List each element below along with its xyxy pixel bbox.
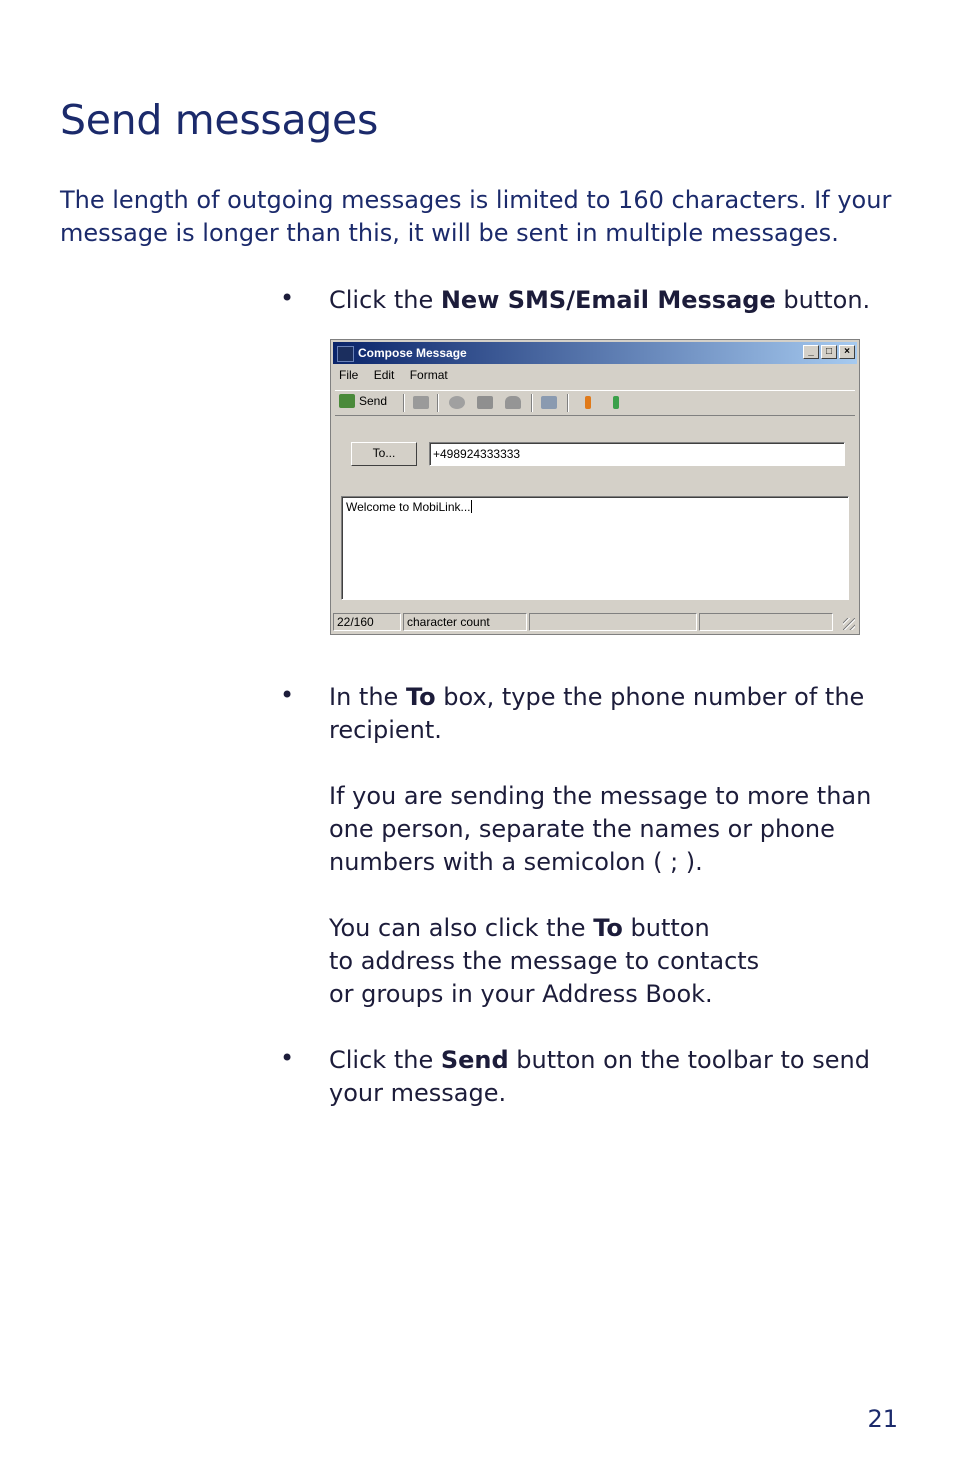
step-2-semicolon-note: If you are sending the message to more t… <box>329 782 872 876</box>
toolbar: Send <box>335 390 855 416</box>
step-1-text: Click the New SMS/Email Message button. <box>329 286 871 314</box>
status-pane <box>529 613 697 631</box>
close-button[interactable]: × <box>839 345 855 359</box>
compose-message-window: Compose Message _ □ × File Edit Format S… <box>330 339 860 635</box>
menu-edit[interactable]: Edit <box>374 368 395 382</box>
window-title: Compose Message <box>358 346 467 360</box>
send-label: Send <box>359 394 388 408</box>
to-input[interactable]: +498924333333 <box>429 442 845 466</box>
step-3-text: Click the Send button on the toolbar to … <box>329 1046 870 1107</box>
page-title: Send messages <box>60 96 379 144</box>
high-priority-icon[interactable] <box>585 396 591 409</box>
intro-paragraph: The length of outgoing messages is limit… <box>60 186 892 247</box>
menu-format[interactable]: Format <box>410 368 448 382</box>
toolbar-separator <box>567 394 569 412</box>
toolbar-separator <box>403 394 405 412</box>
cut-icon[interactable] <box>449 396 465 409</box>
send-icon <box>339 394 355 408</box>
to-button[interactable]: To... <box>351 442 417 466</box>
status-pane <box>699 613 833 631</box>
window-titlebar: Compose Message _ □ × <box>333 342 857 364</box>
message-textarea[interactable]: Welcome to MobiLink... <box>341 496 849 600</box>
bullet: • <box>280 681 295 709</box>
resize-grip[interactable] <box>843 618 855 630</box>
step-2-text: In the To box, type the phone number of … <box>329 683 865 744</box>
copy-icon[interactable] <box>477 396 493 409</box>
text-caret <box>470 500 472 513</box>
status-bar: 22/160 character count <box>333 612 857 632</box>
maximize-button[interactable]: □ <box>821 345 837 359</box>
menu-file[interactable]: File <box>339 368 358 382</box>
bullet: • <box>280 1044 295 1072</box>
message-text: Welcome to MobiLink... <box>346 500 471 514</box>
contacts-icon[interactable] <box>413 396 429 409</box>
toolbar-separator <box>437 394 439 412</box>
status-count: 22/160 <box>333 613 401 631</box>
toolbar-separator <box>531 394 533 412</box>
page-number: 21 <box>867 1405 898 1433</box>
status-label: character count <box>403 613 527 631</box>
bullet: • <box>280 284 295 312</box>
print-icon[interactable] <box>541 396 557 409</box>
step-2-address-book-note: You can also click the To button to addre… <box>329 914 760 1008</box>
paste-icon[interactable] <box>505 396 521 409</box>
low-priority-icon[interactable] <box>613 396 619 409</box>
app-icon <box>337 346 354 362</box>
minimize-button[interactable]: _ <box>803 345 819 359</box>
send-button[interactable]: Send <box>339 394 387 408</box>
menu-bar: File Edit Format <box>339 368 460 386</box>
